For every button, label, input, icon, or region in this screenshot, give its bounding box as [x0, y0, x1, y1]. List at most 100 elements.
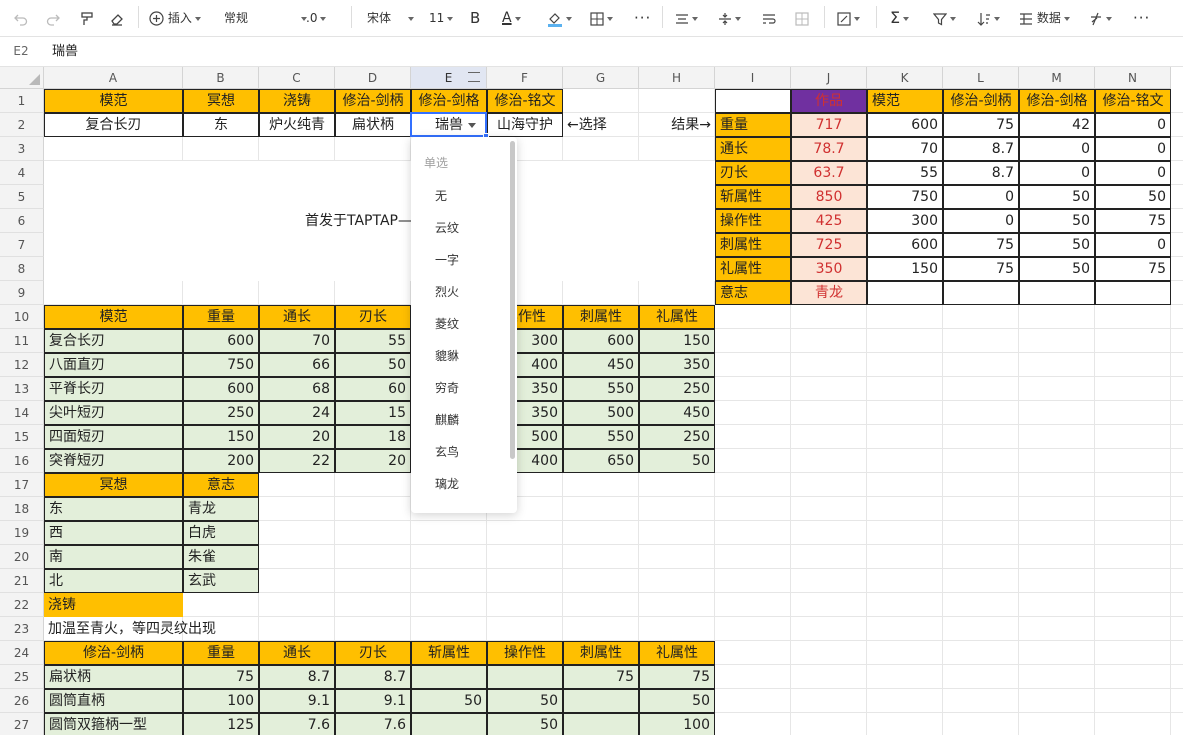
result-value-cell[interactable]: 0 — [1095, 233, 1171, 257]
selector-header-cell[interactable]: 冥想 — [183, 89, 259, 113]
hilt-header-cell[interactable]: 斩属性 — [411, 641, 487, 665]
selector-value-cell[interactable]: 东 — [183, 113, 259, 137]
more-icon[interactable]: ··· — [634, 7, 651, 29]
hilt-value-cell[interactable]: 75 — [639, 665, 715, 689]
hilt-value-cell[interactable]: 125 — [183, 713, 259, 735]
result-value-cell[interactable]: 600 — [867, 113, 943, 137]
dropdown-option[interactable]: 无 — [411, 180, 517, 212]
column-header-j[interactable]: J — [791, 67, 867, 89]
mold-value-cell[interactable]: 550 — [563, 425, 639, 449]
row-header-7[interactable]: 7 — [0, 233, 44, 257]
meditation-cell[interactable]: 白虎 — [183, 521, 259, 545]
mold-value-cell[interactable]: 20 — [259, 425, 335, 449]
result-total-cell[interactable]: 850 — [791, 185, 867, 209]
dropdown-option[interactable]: 璃龙 — [411, 468, 517, 500]
mold-value-cell[interactable]: 550 — [563, 377, 639, 401]
redo-icon[interactable] — [46, 7, 60, 29]
result-value-cell[interactable]: 75 — [1095, 209, 1171, 233]
mold-value-cell[interactable]: 70 — [259, 329, 335, 353]
mold-name-cell[interactable]: 突脊短刃 — [44, 449, 183, 473]
merge-cells-icon[interactable] — [795, 7, 809, 29]
formula-input[interactable]: 瑞兽 — [52, 37, 78, 66]
mold-header-cell[interactable]: 通长 — [259, 305, 335, 329]
hilt-value-cell[interactable]: 9.1 — [335, 689, 411, 713]
hilt-header-cell[interactable]: 刺属性 — [563, 641, 639, 665]
result-value-cell[interactable]: 75 — [943, 233, 1019, 257]
column-header-h[interactable]: H — [639, 67, 715, 89]
result-value-cell[interactable]: 75 — [943, 257, 1019, 281]
hilt-value-cell[interactable]: 8.7 — [335, 665, 411, 689]
column-header-k[interactable]: K — [867, 67, 943, 89]
mold-value-cell[interactable]: 600 — [183, 377, 259, 401]
row-header-27[interactable]: 27 — [0, 713, 44, 735]
row-header-4[interactable]: 4 — [0, 161, 44, 185]
row-header-6[interactable]: 6 — [0, 209, 44, 233]
insert-button[interactable]: 插入 — [149, 7, 201, 29]
row-header-5[interactable]: 5 — [0, 185, 44, 209]
hilt-value-cell[interactable] — [563, 689, 639, 713]
result-label-cell[interactable]: 斩属性 — [715, 185, 791, 209]
hilt-value-cell[interactable]: 50 — [639, 689, 715, 713]
format-painter-icon[interactable] — [80, 7, 94, 29]
font-size-select[interactable]: 11 — [429, 7, 454, 29]
result-value-cell[interactable]: 750 — [867, 185, 943, 209]
meditation-cell[interactable]: 南 — [44, 545, 183, 569]
result-header-cell[interactable]: 作品 — [791, 89, 867, 113]
row-header-25[interactable]: 25 — [0, 665, 44, 689]
hilt-value-cell[interactable]: 100 — [183, 689, 259, 713]
result-header-cell[interactable]: 修治-剑柄 — [943, 89, 1019, 113]
result-label-cell[interactable]: 操作性 — [715, 209, 791, 233]
result-value-cell[interactable]: 42 — [1019, 113, 1095, 137]
casting-header-cell[interactable]: 浇铸 — [44, 593, 183, 617]
meditation-header-cell[interactable]: 冥想 — [44, 473, 183, 497]
meditation-cell[interactable]: 玄武 — [183, 569, 259, 593]
mold-value-cell[interactable]: 55 — [335, 329, 411, 353]
mold-header-cell[interactable]: 模范 — [44, 305, 183, 329]
row-header-21[interactable]: 21 — [0, 569, 44, 593]
mold-name-cell[interactable]: 平脊长刃 — [44, 377, 183, 401]
result-value-cell[interactable]: 0 — [1019, 161, 1095, 185]
dropdown-option[interactable]: 一字 — [411, 244, 517, 276]
result-value-cell[interactable]: 50 — [1019, 209, 1095, 233]
result-label-cell[interactable]: 刺属性 — [715, 233, 791, 257]
result-value-cell[interactable]: 600 — [867, 233, 943, 257]
selector-value-cell[interactable]: 复合长刃 — [44, 113, 183, 137]
result-label-cell[interactable]: 通长 — [715, 137, 791, 161]
dropdown-option[interactable]: 貔貅 — [411, 340, 517, 372]
mold-value-cell[interactable]: 66 — [259, 353, 335, 377]
selector-header-cell[interactable]: 浇铸 — [259, 89, 335, 113]
result-value-cell[interactable] — [1019, 281, 1095, 305]
mold-value-cell[interactable]: 200 — [183, 449, 259, 473]
row-header-2[interactable]: 2 — [0, 113, 44, 137]
hilt-value-cell[interactable] — [563, 713, 639, 735]
result-value-cell[interactable]: 0 — [1095, 161, 1171, 185]
name-box[interactable]: E2 — [0, 37, 42, 66]
mold-value-cell[interactable]: 250 — [183, 401, 259, 425]
result-total-cell[interactable]: 350 — [791, 257, 867, 281]
mold-value-cell[interactable]: 650 — [563, 449, 639, 473]
mold-value-cell[interactable]: 150 — [183, 425, 259, 449]
hilt-value-cell[interactable]: 50 — [487, 689, 563, 713]
selector-value-cell[interactable]: 山海守护 — [487, 113, 563, 137]
fill-color-icon[interactable] — [547, 7, 572, 29]
mold-value-cell[interactable]: 750 — [183, 353, 259, 377]
row-header-22[interactable]: 22 — [0, 593, 44, 617]
hilt-value-cell[interactable]: 100 — [639, 713, 715, 735]
mold-value-cell[interactable]: 20 — [335, 449, 411, 473]
selector-value-cell[interactable]: 扁状柄 — [335, 113, 411, 137]
hilt-header-cell[interactable]: 操作性 — [487, 641, 563, 665]
vertical-align-icon[interactable] — [718, 7, 741, 29]
mold-value-cell[interactable]: 250 — [639, 377, 715, 401]
result-value-cell[interactable]: 0 — [1095, 113, 1171, 137]
row-header-3[interactable]: 3 — [0, 137, 44, 161]
result-hint[interactable]: 结果→ — [639, 113, 715, 137]
row-header-14[interactable]: 14 — [0, 401, 44, 425]
column-header-d[interactable]: D — [335, 67, 411, 89]
hilt-name-cell[interactable]: 圆筒双箍柄一型 — [44, 713, 183, 735]
column-header-l[interactable]: L — [943, 67, 1019, 89]
row-header-15[interactable]: 15 — [0, 425, 44, 449]
dropdown-option[interactable]: 麒麟 — [411, 404, 517, 436]
mold-value-cell[interactable]: 24 — [259, 401, 335, 425]
result-value-cell[interactable]: 50 — [1019, 233, 1095, 257]
mold-value-cell[interactable]: 500 — [563, 401, 639, 425]
